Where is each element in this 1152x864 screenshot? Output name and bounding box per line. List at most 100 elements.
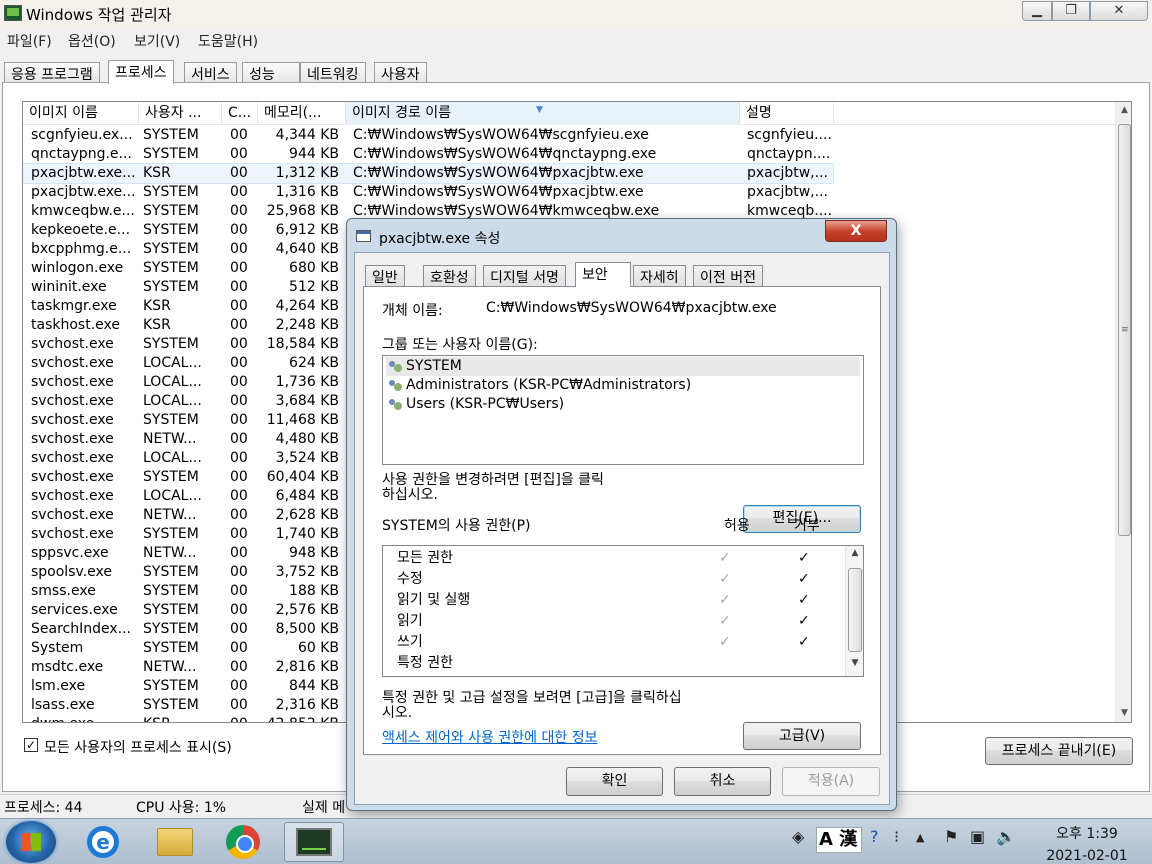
dialog-tab-security[interactable]: 보안	[575, 262, 631, 287]
process-cell: 00	[230, 241, 248, 257]
scroll-up-arrow-icon[interactable]: ▲	[1116, 102, 1131, 119]
tab-processes[interactable]: 프로세스	[108, 60, 174, 84]
group-item-system[interactable]: SYSTEM	[386, 357, 860, 376]
allow-check-icon: ✓	[719, 634, 731, 650]
group-item-users[interactable]: Users (KSR-PC₩Users)	[386, 395, 860, 414]
taskbar-windows-explorer[interactable]	[148, 822, 202, 862]
group-user-list[interactable]: SYSTEM Administrators (KSR-PC₩Administra…	[382, 355, 864, 465]
maximize-button[interactable]: ❐	[1052, 1, 1090, 21]
clock[interactable]: 오후 1:39 2021-02-01	[1042, 823, 1132, 864]
process-cell: SYSTEM	[143, 602, 199, 618]
dialog-tab-previous-versions[interactable]: 이전 버전	[693, 265, 763, 286]
allow-check-icon: ✓	[719, 613, 731, 629]
permission-row[interactable]: 쓰기 ✓ ✓	[383, 632, 845, 653]
dialog-tab-digital-signature[interactable]: 디지털 서명	[483, 265, 566, 286]
process-cell: taskmgr.exe	[31, 298, 117, 314]
permissions-scrollbar[interactable]: ▲ ▼	[845, 546, 863, 676]
minimize-button[interactable]: ▁	[1022, 1, 1052, 21]
group-item-administrators[interactable]: Administrators (KSR-PC₩Administrators)	[386, 376, 860, 395]
scroll-thumb[interactable]: ≡	[1118, 124, 1131, 536]
process-cell: 1,312 KB	[275, 165, 339, 181]
process-cell: 4,264 KB	[275, 298, 339, 314]
tab-networking[interactable]: 네트워킹	[300, 62, 366, 83]
help-icon[interactable]: ?	[870, 827, 879, 846]
process-list-scrollbar[interactable]: ▲ ≡ ▼	[1115, 102, 1131, 722]
title-bar[interactable]: Windows 작업 관리자 ▁ ❐ ✕	[0, 0, 1152, 28]
status-cpu-usage: CPU 사용: 1%	[136, 800, 227, 816]
checkbox-checked-icon[interactable]: ✓	[24, 738, 38, 752]
permission-row[interactable]: 특정 권한	[383, 653, 845, 674]
scroll-thumb[interactable]	[848, 568, 862, 652]
col-image-path[interactable]: 이미지 경로 이름 ▼	[346, 102, 740, 125]
process-row[interactable]: qnctaypng.e... SYSTEM 00 944 KB C:₩Windows₩S…	[23, 145, 833, 164]
menu-file[interactable]: 파일(F)	[7, 31, 52, 51]
process-cell: SYSTEM	[143, 336, 199, 352]
process-cell: 60 KB	[297, 640, 339, 656]
scroll-down-arrow-icon[interactable]: ▼	[846, 658, 863, 668]
clock-date: 2021-02-01	[1046, 848, 1128, 864]
dialog-close-button[interactable]: X	[825, 220, 887, 242]
apply-button[interactable]: 적용(A)	[782, 767, 880, 796]
permission-row[interactable]: 모든 권한 ✓ ✓	[383, 548, 845, 569]
ok-button[interactable]: 확인	[566, 767, 663, 796]
taskbar-task-manager[interactable]	[284, 822, 344, 862]
user-group-icon	[388, 379, 404, 393]
col-memory[interactable]: 메모리(...	[258, 102, 346, 125]
permissions-list[interactable]: 모든 권한 ✓ ✓ 수정 ✓ ✓ 읽기 및 실행 ✓ ✓ 읽기 ✓ ✓ 쓰기 ✓ ✓ 특정 권한 ▲ ▼	[382, 545, 864, 677]
scroll-up-arrow-icon[interactable]: ▲	[846, 548, 863, 558]
process-list-header: 이미지 이름 사용자 ... C... 메모리(... 이미지 경로 이름 ▼ 설…	[23, 102, 1115, 125]
permission-name: 특정 권한	[397, 655, 453, 671]
process-cell: 00	[230, 697, 248, 713]
tab-users[interactable]: 사용자	[374, 62, 427, 83]
show-hidden-icons-icon[interactable]: ▲	[916, 831, 924, 844]
tab-services[interactable]: 서비스	[184, 62, 237, 83]
ime-options-icon[interactable]: ⁝	[894, 827, 899, 846]
process-row[interactable]: pxacjbtw.exe... KSR 00 1,312 KB C:₩Windows₩S…	[23, 163, 834, 184]
dialog-tab-general[interactable]: 일반	[365, 265, 405, 286]
ime-indicator[interactable]: A 漢	[816, 827, 862, 853]
col-user[interactable]: 사용자 ...	[139, 102, 222, 125]
start-button[interactable]	[6, 821, 56, 863]
process-row[interactable]: scgnfyieu.ex... SYSTEM 00 4,344 KB C:₩Window…	[23, 126, 833, 145]
process-cell: SYSTEM	[143, 469, 199, 485]
dialog-tab-compatibility[interactable]: 호환성	[423, 265, 476, 286]
advanced-button[interactable]: 고급(V)	[743, 722, 861, 750]
action-center-flag-icon[interactable]: ⚑	[944, 827, 958, 846]
dialog-tab-details[interactable]: 자세히	[633, 265, 686, 286]
permission-name: 읽기	[397, 613, 423, 629]
process-cell: 1,736 KB	[275, 374, 339, 390]
process-cell: SYSTEM	[143, 678, 199, 694]
permission-row[interactable]: 읽기 ✓ ✓	[383, 611, 845, 632]
process-cell: sppsvc.exe	[31, 545, 109, 561]
process-cell: 6,912 KB	[275, 222, 339, 238]
taskbar-internet-explorer[interactable]: e	[76, 822, 130, 862]
menu-options[interactable]: 옵션(O)	[68, 31, 116, 51]
col-cpu[interactable]: C...	[222, 102, 258, 125]
taskbar-chrome[interactable]	[216, 822, 270, 862]
close-button[interactable]: ✕	[1090, 1, 1148, 21]
process-cell: SYSTEM	[143, 564, 199, 580]
col-image-name[interactable]: 이미지 이름	[23, 102, 139, 125]
tab-performance[interactable]: 성능	[242, 62, 300, 83]
menu-help[interactable]: 도움말(H)	[198, 31, 258, 51]
process-row[interactable]: pxacjbtw.exe... SYSTEM 00 1,316 KB C:₩Window…	[23, 183, 833, 202]
col-description[interactable]: 설명	[740, 102, 834, 125]
menu-view[interactable]: 보기(V)	[134, 31, 180, 51]
language-bar-icon[interactable]: ◈	[792, 827, 804, 846]
process-cell: 844 KB	[289, 678, 339, 694]
process-cell: 00	[230, 184, 248, 200]
access-control-help-link[interactable]: 액세스 제어와 사용 권한에 대한 정보	[382, 727, 597, 747]
scroll-down-arrow-icon[interactable]: ▼	[1116, 705, 1131, 722]
tab-applications[interactable]: 응용 프로그램	[4, 62, 100, 83]
process-cell: 00	[230, 526, 248, 542]
network-icon[interactable]: ▣	[970, 827, 985, 846]
process-cell: pxacjbtw.exe...	[31, 165, 136, 181]
process-cell: SYSTEM	[143, 526, 199, 542]
cancel-button[interactable]: 취소	[674, 767, 771, 796]
process-cell: kmwceqbw.e...	[31, 203, 135, 219]
end-process-button[interactable]: 프로세스 끝내기(E)	[985, 737, 1133, 765]
volume-icon[interactable]: 🔈	[996, 827, 1016, 846]
permission-row[interactable]: 읽기 및 실행 ✓ ✓	[383, 590, 845, 611]
permission-row[interactable]: 수정 ✓ ✓	[383, 569, 845, 590]
process-cell: 00	[230, 260, 248, 276]
